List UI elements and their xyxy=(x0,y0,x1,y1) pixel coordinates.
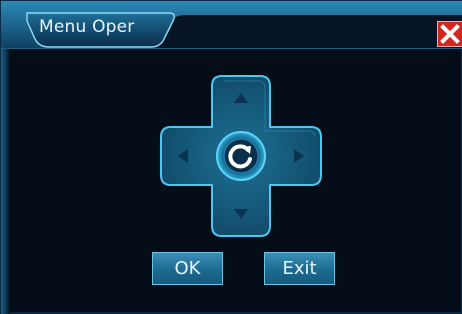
window-title: Menu Oper xyxy=(39,17,135,37)
center-refresh-button[interactable] xyxy=(217,132,265,180)
arrow-up-icon xyxy=(234,93,248,103)
arrow-left-icon xyxy=(178,149,188,163)
exit-button[interactable]: Exit xyxy=(264,252,335,285)
close-button[interactable] xyxy=(437,21,462,47)
direction-pad xyxy=(160,75,322,237)
menu-oper-dialog: Menu Oper OK Exit xyxy=(0,0,462,314)
right-button[interactable] xyxy=(272,131,322,181)
title-bar: Menu Oper xyxy=(1,1,462,49)
left-button[interactable] xyxy=(160,131,210,181)
close-x-icon xyxy=(440,24,460,44)
down-button[interactable] xyxy=(216,187,266,237)
ok-button[interactable]: OK xyxy=(152,252,223,285)
up-button[interactable] xyxy=(216,75,266,125)
arrow-right-icon xyxy=(294,149,304,163)
arrow-down-icon xyxy=(234,209,248,219)
refresh-icon xyxy=(228,144,252,169)
left-edge-decoration xyxy=(1,49,10,314)
